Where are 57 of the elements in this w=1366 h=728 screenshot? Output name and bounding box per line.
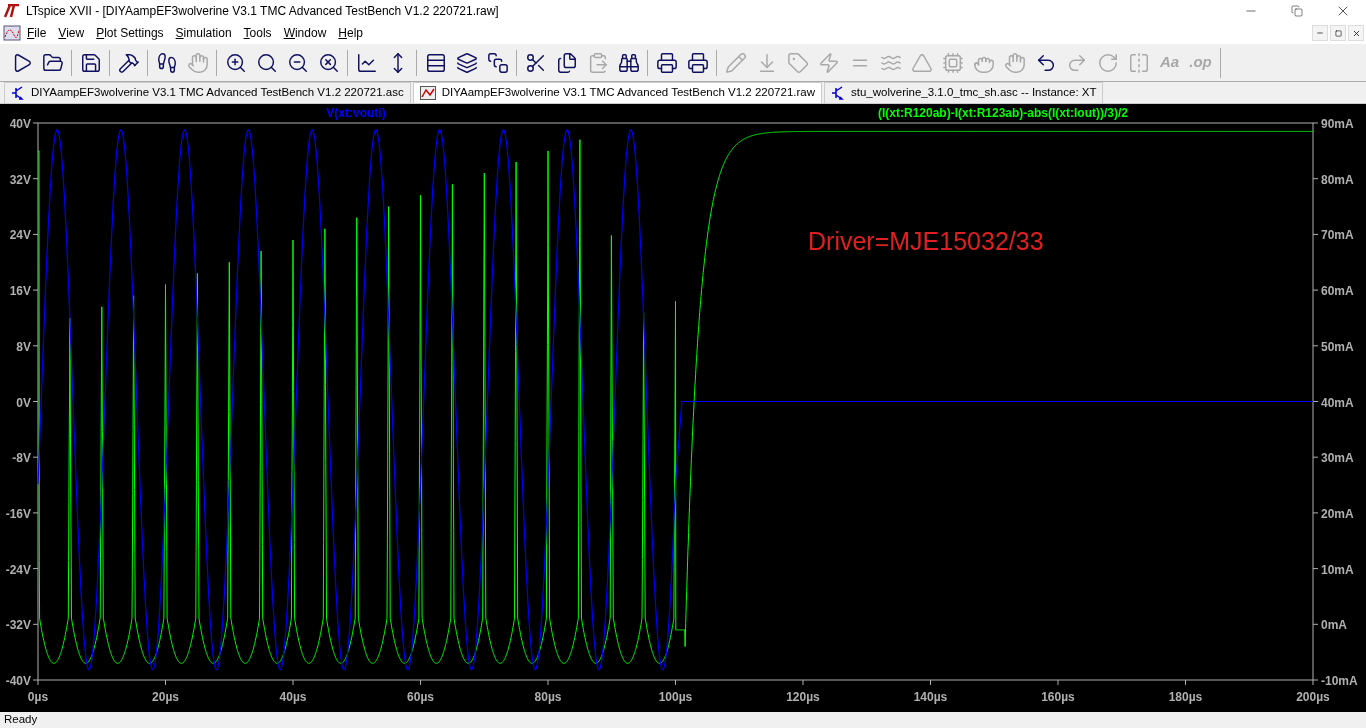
axis-tick-label: 40µs [279, 690, 307, 704]
restore-icon [1291, 5, 1303, 17]
minimize-icon [1316, 29, 1324, 37]
menu-item[interactable]: Tools [237, 23, 278, 43]
axis-tick-label: -24V [5, 562, 31, 577]
axis-tick-label: -8V [12, 451, 31, 466]
axis-tick-label: 120µs [786, 690, 820, 704]
axis-tick-label: 16V [9, 284, 31, 299]
axis-tick-label: 0V [16, 395, 31, 410]
document-tab[interactable]: DIYAampEF3wolverine V3.1 TMC Advanced TestBench V1.2 220721.asc [4, 82, 411, 103]
axis-tick-label: 32V [9, 172, 31, 187]
app-logo-icon [4, 4, 20, 18]
close-icon [1351, 28, 1361, 38]
axis-tick-label: -32V [5, 618, 31, 633]
axis-tick-label: 200µs [1296, 690, 1330, 704]
window-title: LTspice XVII - [DIYAampEF3wolverine V3.1 TMC Advanced TestBench V1.2 220721.raw] [26, 3, 499, 20]
axis-tick-label: 24V [9, 228, 31, 243]
menu-item[interactable]: Window [277, 23, 333, 43]
menu-item[interactable]: File [21, 23, 53, 43]
axis-tick-label: 10mA [1321, 562, 1354, 577]
axis-tick-label: 80µs [534, 690, 562, 704]
axis-tick-label: 160µs [1041, 690, 1075, 704]
annotation-text: Driver=MJE15032/33 [808, 227, 1044, 255]
document-tab[interactable]: stu_wolverine_3.1.0_tmc_sh.asc -- Instance: XT [824, 82, 1104, 103]
axis-tick-label: 20mA [1321, 506, 1354, 521]
restore-icon [1334, 29, 1342, 37]
axis-tick-label: -16V [5, 506, 31, 521]
axis-tick-label: -40V [5, 674, 31, 688]
axis-tick-label: 60µs [407, 690, 434, 704]
trace-label[interactable]: (I(xt:R120ab)-I(xt:R123ab)-abs(I(xt:Iout))/3)/2 [877, 106, 1128, 120]
axis-tick-label: -10mA [1321, 674, 1358, 688]
menu-item[interactable]: Help [332, 23, 369, 43]
mdi-close-button[interactable] [1348, 25, 1364, 41]
document-icon[interactable] [3, 25, 21, 41]
axis-tick-label: 90mA [1321, 117, 1354, 131]
transistor-icon [11, 86, 25, 100]
axis-tick-label: 0µs [27, 690, 49, 704]
axis-tick-label: 70mA [1321, 228, 1354, 243]
axis-tick-label: 100µs [658, 690, 693, 704]
menu-item[interactable]: Simulation [169, 23, 238, 43]
axis-tick-label: 8V [16, 339, 31, 354]
status-text: Ready [4, 712, 38, 728]
waveform-icon [419, 86, 436, 100]
menu-item[interactable]: View [52, 23, 91, 43]
document-tab[interactable]: DIYAampEF3wolverine V3.1 TMC Advanced TestBench V1.2 220721.raw [412, 82, 822, 103]
axis-tick-label: 60mA [1321, 284, 1354, 299]
axis-tick-label: 180µs [1168, 690, 1203, 704]
axis-tick-label: 50mA [1321, 339, 1354, 354]
transistor-icon [831, 86, 845, 100]
axis-tick-label: 40mA [1321, 395, 1354, 410]
axis-tick-label: 80mA [1321, 172, 1354, 187]
axis-tick-label: 0mA [1321, 618, 1347, 633]
axis-tick-label: 40V [9, 117, 31, 131]
axis-tick-label: 140µs [913, 690, 948, 704]
menu-item[interactable]: Plot Settings [90, 23, 170, 43]
axis-tick-label: 30mA [1321, 451, 1354, 466]
axis-tick-label: 20µs [152, 690, 179, 704]
